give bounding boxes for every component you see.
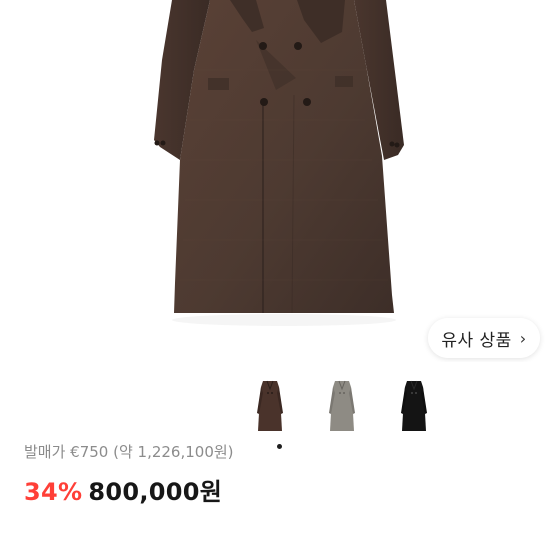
thumbnail-gray-coat[interactable] [319, 376, 365, 436]
coat-thumbnail-gray [329, 380, 355, 431]
discount-rate: 34% [24, 478, 83, 506]
price-section: 발매가 €750 (약 1,226,100원) 34% 800,000원 [24, 441, 530, 507]
product-page: { "similar_products": { "label": "유사 상품"… [0, 0, 554, 554]
sale-price: 800,000원 [88, 478, 223, 506]
price-row: 34% 800,000원 [24, 472, 530, 507]
retail-price-text: 발매가 €750 (약 1,226,100원) [24, 443, 234, 461]
thumbnail-brown-coat[interactable] [247, 376, 293, 436]
similar-products-label: 유사 상품 [441, 330, 512, 351]
thumbnail-strip [247, 376, 457, 436]
chevron-right-icon: › [519, 328, 527, 348]
coat-thumbnail-black [401, 380, 427, 431]
similar-products-button[interactable]: 유사 상품 › [428, 318, 540, 358]
thumbnail-black-coat[interactable] [391, 376, 437, 436]
product-hero-image[interactable]: 유사 상품 › [0, 0, 554, 362]
next-line-partial [24, 548, 324, 554]
coat-main-image [154, 0, 404, 326]
coat-thumbnail-brown [257, 380, 283, 431]
